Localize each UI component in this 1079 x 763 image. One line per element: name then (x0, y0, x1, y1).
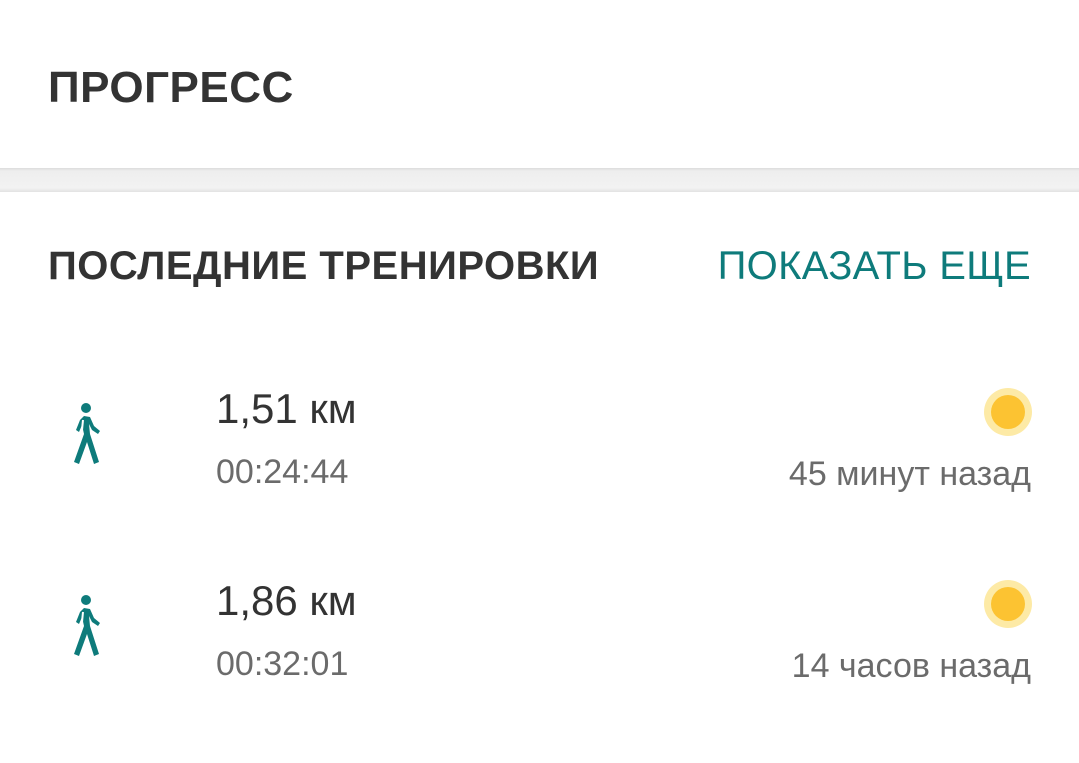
recent-workouts-title: ПОСЛЕДНИЕ ТРЕНИРОВКИ (48, 244, 600, 288)
workout-distance: 1,51 км (216, 385, 357, 432)
walking-icon (74, 403, 100, 464)
walking-icon (74, 595, 100, 656)
page-title: ПРОГРЕСС (48, 63, 294, 112)
workout-item[interactable]: 1,51 км 00:24:44 45 минут назад (0, 372, 1079, 522)
workout-duration: 00:24:44 (216, 453, 349, 491)
workout-item[interactable]: 1,86 км 00:32:01 14 часов назад (0, 564, 1079, 714)
sun-icon (984, 388, 1032, 436)
sun-icon (984, 580, 1032, 628)
show-more-button[interactable]: ПОКАЗАТЬ ЕЩЕ (718, 242, 1031, 290)
workout-distance: 1,86 км (216, 577, 357, 624)
workout-time-ago: 14 часов назад (791, 647, 1031, 685)
workout-time-ago: 45 минут назад (788, 455, 1031, 493)
section-divider (0, 168, 1079, 192)
progress-header: ПРОГРЕСС (0, 0, 1079, 168)
progress-screen: ПРОГРЕСС ПОСЛЕДНИЕ ТРЕНИРОВКИ ПОКАЗАТЬ Е… (0, 0, 1079, 763)
recent-workouts-section: ПОСЛЕДНИЕ ТРЕНИРОВКИ ПОКАЗАТЬ ЕЩЕ 1,51 к… (0, 192, 1079, 763)
workout-duration: 00:32:01 (216, 645, 349, 683)
